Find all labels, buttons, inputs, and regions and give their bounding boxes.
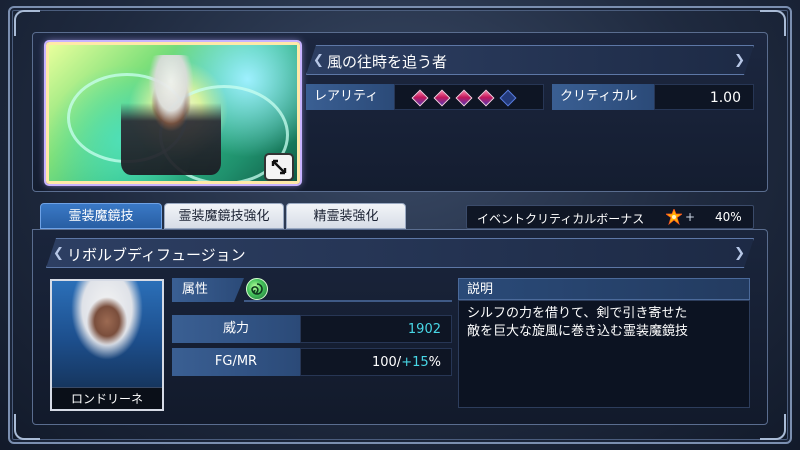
rarity-label: レアリティ — [306, 84, 394, 110]
description-label: 説明 — [458, 278, 750, 300]
card-artwork[interactable] — [46, 42, 300, 184]
expand-image-button[interactable] — [264, 153, 294, 181]
critical-value: 1.00 — [654, 84, 754, 110]
wind-element-icon — [246, 278, 268, 300]
skill-name: リボルブディフュージョン — [67, 246, 246, 264]
description-line: 敵を巨大な旋風に巻き込む霊装魔鏡技 — [467, 324, 689, 339]
swirl-icon — [251, 283, 263, 295]
rarity-gem-empty-icon — [499, 89, 517, 107]
portrait-image — [52, 281, 162, 387]
description-text: シルフの力を借りて、剣で引き寄せた 敵を巨大な旋風に巻き込む霊装魔鏡技 — [458, 300, 750, 408]
power-label: 威力 — [172, 315, 300, 343]
character-portrait[interactable]: ロンドリーネ — [50, 279, 164, 411]
attribute-underline — [244, 300, 452, 302]
character-illustration — [121, 55, 221, 175]
critical-burst-icon — [666, 209, 682, 225]
tab-skill[interactable]: 霊装魔鏡技 — [40, 203, 162, 229]
skill-title-bar: ❮ リボルブディフュージョン ❯ — [46, 238, 754, 268]
expand-arrows-icon — [271, 159, 287, 175]
card-title-bar: ❮ 風の往時を追う者 ❯ — [306, 45, 754, 75]
chevron-right-icon: ❯ — [734, 53, 745, 68]
fgmr-bonus-value: 15 — [412, 355, 429, 370]
rarity-gem-row — [409, 89, 519, 107]
rarity-gem-filled-icon — [455, 89, 473, 107]
rarity-gem-filled-icon — [433, 89, 451, 107]
fgmr-unit: % — [428, 355, 441, 370]
rarity-gem-filled-icon — [477, 89, 495, 107]
event-bonus-plus: + — [685, 210, 696, 224]
tab-equipment-enhance[interactable]: 精霊装強化 — [286, 203, 406, 229]
chevron-right-icon: ❯ — [734, 246, 745, 261]
card-title: 風の往時を追う者 — [327, 53, 448, 71]
attribute-label: 属性 — [172, 278, 244, 302]
rarity-gem-filled-icon — [411, 89, 429, 107]
event-bonus-label: イベントクリティカルボーナス — [477, 212, 645, 226]
character-name: ロンドリーネ — [52, 387, 162, 409]
chevron-left-icon: ❮ — [313, 53, 324, 68]
event-critical-bonus: イベントクリティカルボーナス + 40% — [466, 205, 754, 229]
fgmr-bonus-sign: + — [401, 355, 413, 370]
chevron-left-icon: ❮ — [53, 246, 64, 261]
tab-skill-enhance[interactable]: 霊装魔鏡技強化 — [164, 203, 284, 229]
event-bonus-value: 40% — [715, 210, 742, 224]
critical-label: クリティカル — [552, 84, 654, 110]
power-value: 1902 — [300, 315, 452, 343]
description-line: シルフの力を借りて、剣で引き寄せた — [467, 306, 688, 321]
fgmr-label: FG/MR — [172, 348, 300, 376]
fgmr-base: 100/ — [371, 355, 402, 370]
rarity-gems — [394, 84, 544, 110]
fgmr-value: 100/+15% — [300, 348, 452, 376]
